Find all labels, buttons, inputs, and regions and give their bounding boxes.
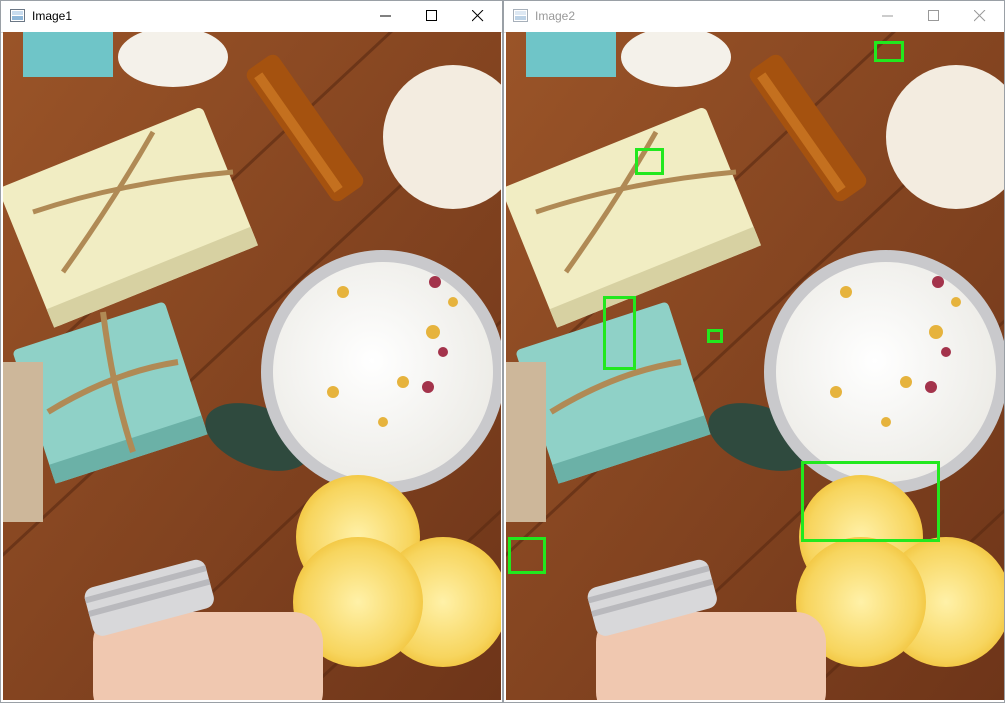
close-button[interactable] xyxy=(958,1,1004,32)
window-title: Image1 xyxy=(32,9,73,23)
image-window-icon xyxy=(10,9,25,22)
title-bar[interactable]: Image2 xyxy=(504,1,1004,33)
maximize-button[interactable] xyxy=(410,1,456,32)
title-bar[interactable]: Image1 xyxy=(1,1,502,33)
difference-box xyxy=(801,461,940,542)
image1-window: Image1 xyxy=(0,0,503,703)
close-icon xyxy=(974,10,986,22)
difference-box xyxy=(874,41,904,62)
maximize-icon xyxy=(426,10,437,21)
image2-window: Image2 xyxy=(503,0,1005,703)
minimize-icon xyxy=(380,15,391,17)
image-canvas xyxy=(506,32,1004,700)
maximize-icon xyxy=(928,10,939,21)
minimize-button[interactable] xyxy=(364,1,410,32)
difference-box xyxy=(603,296,636,370)
minimize-button[interactable] xyxy=(866,1,912,32)
close-button[interactable] xyxy=(456,1,502,32)
maximize-button[interactable] xyxy=(912,1,958,32)
difference-box xyxy=(707,329,723,343)
image-window-icon xyxy=(513,9,528,22)
difference-box xyxy=(508,537,546,574)
image-canvas xyxy=(3,32,501,700)
window-title: Image2 xyxy=(535,9,576,23)
minimize-icon xyxy=(882,15,893,17)
spa-products-photo xyxy=(3,32,501,700)
difference-box xyxy=(635,148,664,175)
close-icon xyxy=(472,10,484,22)
spa-products-photo xyxy=(506,32,1004,700)
